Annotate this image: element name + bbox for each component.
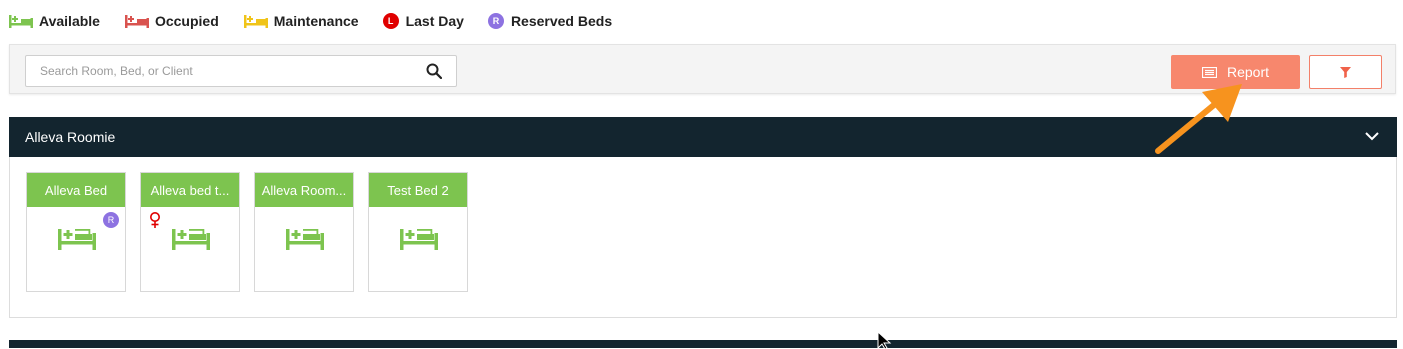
legend-occupied-label: Occupied: [154, 13, 219, 29]
legend-available-label: Available: [39, 13, 100, 29]
legend-maintenance: Maintenance: [243, 13, 359, 29]
legend-maintenance-label: Maintenance: [273, 13, 359, 29]
bed-available-icon: [9, 15, 33, 28]
mouse-cursor-icon: [877, 331, 892, 349]
bed-available-icon: [286, 229, 324, 250]
next-room-header[interactable]: [9, 340, 1397, 348]
bed-maintenance-icon: [243, 15, 268, 28]
room-beds-panel: Alleva Bed R Alleva bed t... Alleva Room…: [9, 157, 1397, 318]
reserved-badge: R: [103, 212, 119, 228]
bed-available-icon: [58, 229, 96, 250]
bed-available-icon: [172, 229, 210, 250]
bed-card[interactable]: Alleva Bed R: [26, 172, 126, 292]
room-name: Alleva Roomie: [25, 129, 116, 145]
bed-name: Test Bed 2: [369, 173, 467, 207]
bed-name: Alleva Room...: [255, 173, 353, 207]
bed-status-legend: Available Occupied Maintenance L Last Da…: [8, 10, 636, 32]
legend-reserved-label: Reserved Beds: [510, 13, 613, 29]
legend-last-day: L Last Day: [382, 13, 464, 29]
bed-name: Alleva Bed: [27, 173, 125, 207]
chevron-down-icon[interactable]: [1365, 132, 1379, 141]
bed-card[interactable]: Alleva bed t...: [140, 172, 240, 292]
bed-card[interactable]: Test Bed 2: [368, 172, 468, 292]
filter-button[interactable]: [1309, 55, 1382, 89]
bed-occupied-icon: [124, 15, 149, 28]
report-button-label: Report: [1226, 64, 1270, 80]
filter-icon: [1340, 66, 1351, 78]
last-day-badge-icon: L: [382, 13, 399, 29]
search-icon[interactable]: [426, 63, 442, 79]
reserved-badge-icon: R: [487, 13, 504, 29]
bed-name: Alleva bed t...: [141, 173, 239, 207]
female-icon: [150, 212, 160, 228]
legend-occupied: Occupied: [124, 13, 219, 29]
search-input[interactable]: [38, 56, 422, 86]
report-list-icon: [1201, 66, 1217, 78]
legend-last-day-label: Last Day: [405, 13, 464, 29]
search-box: [25, 55, 457, 87]
annotation-arrow-icon: [1155, 84, 1242, 154]
bed-card[interactable]: Alleva Room...: [254, 172, 354, 292]
bed-available-icon: [400, 229, 438, 250]
legend-available: Available: [8, 13, 100, 29]
legend-reserved: R Reserved Beds: [487, 13, 613, 29]
